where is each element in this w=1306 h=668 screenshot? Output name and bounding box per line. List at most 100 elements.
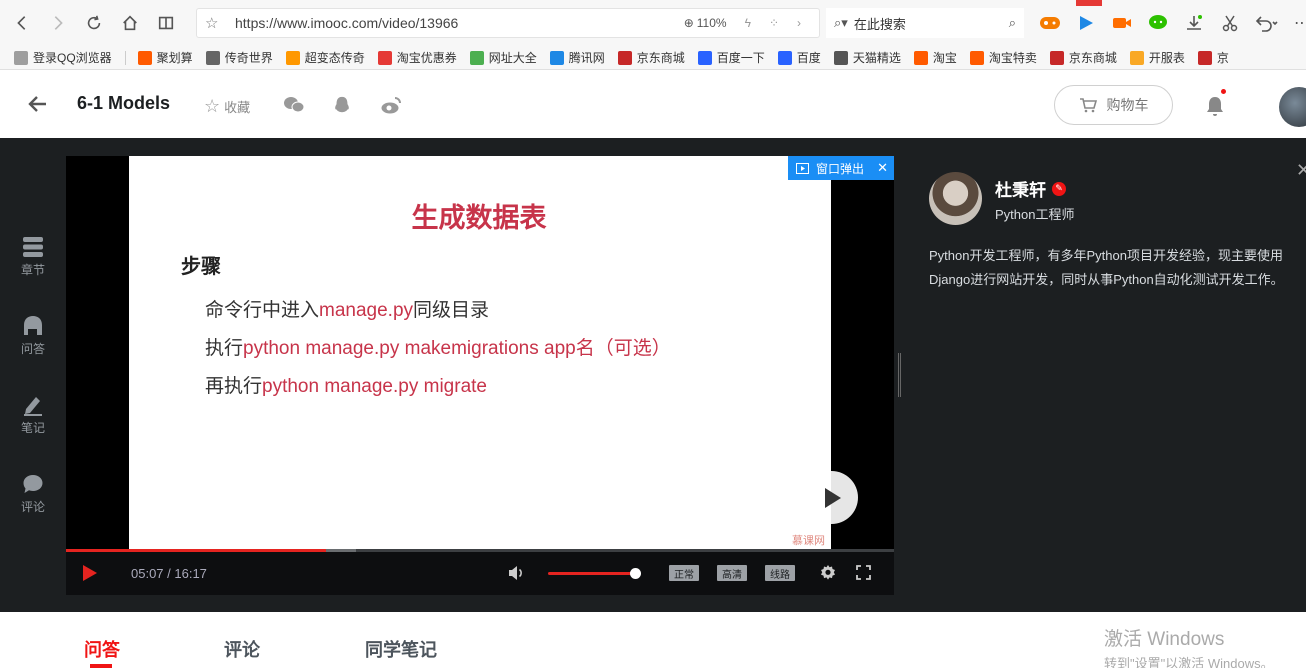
bookmark-item[interactable]: 京东商城 [617, 49, 685, 66]
bookmark-item[interactable]: 腾讯网 [549, 49, 605, 66]
back-arrow-icon[interactable] [26, 92, 50, 116]
search-icon[interactable]: ⌕ [1009, 15, 1016, 31]
bookmark-item[interactable]: 传奇世界 [205, 49, 273, 66]
bookmark-label: 开服表 [1148, 51, 1185, 65]
bookmark-favicon-icon [969, 50, 984, 65]
popout-button[interactable]: 窗口弹出 ✕ [788, 156, 894, 180]
reader-icon[interactable] [148, 0, 184, 46]
wechat-icon[interactable] [1144, 9, 1172, 37]
bookmark-label: 登录QQ浏览器 [33, 51, 112, 65]
bookmark-item[interactable]: 网址大全 [469, 49, 537, 66]
bookmark-item[interactable]: 淘宝优惠券 [377, 49, 457, 66]
bookmark-item[interactable]: 京东商城 [1049, 49, 1117, 66]
route-button[interactable]: 线路 [765, 565, 795, 581]
side-item-label: 问答 [20, 342, 45, 356]
big-play-button[interactable] [805, 471, 858, 524]
bookmark-item[interactable]: 淘宝特卖 [969, 49, 1037, 66]
more-icon[interactable]: ⋯ [1288, 9, 1306, 37]
play-button[interactable] [82, 564, 98, 582]
avatar[interactable] [1279, 87, 1306, 127]
close-icon[interactable]: ✕ [877, 160, 888, 176]
bookmark-item[interactable]: 超变态传奇 [285, 49, 365, 66]
qq-share-icon[interactable] [332, 95, 354, 115]
fullscreen-icon[interactable] [856, 565, 871, 580]
search-engine-icon[interactable]: ⌕▾ [834, 15, 848, 31]
browser-toolbar: ☆ https://www.imooc.com/video/13966 ⊕ 11… [0, 0, 1306, 46]
qa-icon [24, 316, 42, 335]
side-item-comment[interactable]: 评论 [0, 473, 66, 515]
side-item-chapter[interactable]: 章节 [0, 236, 66, 278]
apps-grid-icon[interactable]: ⁘ [769, 16, 779, 30]
teacher-avatar[interactable] [929, 172, 982, 225]
download-icon[interactable] [1180, 9, 1208, 37]
volume-knob[interactable] [630, 568, 642, 579]
camera-icon[interactable] [1108, 9, 1136, 37]
bookmark-item[interactable]: 百度一下 [697, 49, 765, 66]
video-play-icon[interactable] [1072, 9, 1100, 37]
close-panel-icon[interactable]: ✕ [1296, 160, 1306, 181]
lightning-icon[interactable]: ϟ [745, 16, 751, 30]
url-text[interactable]: https://www.imooc.com/video/13966 [235, 15, 684, 31]
bookmark-label: 网址大全 [488, 51, 537, 65]
bookmark-item[interactable]: 天猫精选 [833, 49, 901, 66]
teacher-name[interactable]: 杜秉轩 ✎ [995, 176, 1066, 201]
bell-icon[interactable] [1205, 95, 1225, 117]
home-icon[interactable] [112, 0, 148, 46]
note-icon [24, 397, 42, 416]
address-bar[interactable]: ☆ https://www.imooc.com/video/13966 ⊕ 11… [196, 8, 820, 38]
video-frame: 生成数据表 步骤 命令行中进入manage.py同级目录 执行python ma… [129, 156, 831, 551]
chevron-right-icon[interactable]: › [797, 16, 801, 30]
game-icon[interactable] [1036, 9, 1064, 37]
volume-slider[interactable] [548, 568, 642, 579]
scissors-icon[interactable] [1216, 9, 1244, 37]
tab-qa[interactable]: 问答 [84, 636, 120, 662]
bookmark-label: 淘宝 [932, 51, 957, 65]
bookmark-item[interactable]: 登录QQ浏览器 [14, 49, 112, 66]
extension-icons: ⋯ [1036, 0, 1306, 46]
bookmark-favicon-icon [913, 50, 928, 65]
teacher-description: Python开发工程师，有多年Python项目开发经验，现主要使用Django进… [929, 248, 1284, 287]
cart-button[interactable]: 购物车 [1054, 85, 1173, 125]
bookmark-item[interactable]: 淘宝 [913, 49, 957, 66]
video-player[interactable]: 生成数据表 步骤 命令行中进入manage.py同级目录 执行python ma… [66, 156, 894, 595]
reload-icon[interactable] [76, 0, 112, 46]
bookmark-star-icon[interactable]: ☆ [205, 14, 225, 32]
bookmark-item[interactable]: 京 [1197, 49, 1229, 66]
tab-notes[interactable]: 同学笔记 [365, 636, 437, 662]
slide-line-1: 命令行中进入manage.py同级目录 [205, 300, 490, 321]
bookmark-favicon-icon [697, 50, 712, 65]
zoom-level[interactable]: ⊕ 110% [684, 16, 727, 30]
volume-icon[interactable] [507, 564, 525, 582]
gear-icon[interactable] [819, 564, 837, 582]
undo-icon[interactable] [1252, 9, 1280, 37]
cart-icon [1079, 98, 1097, 113]
panel-resize-handle[interactable] [898, 353, 901, 397]
forward-icon[interactable] [40, 0, 76, 46]
side-item-note[interactable]: 笔记 [0, 394, 66, 436]
slide-heading: 步骤 [181, 256, 221, 278]
control-bar: 05:07 / 16:17 正常 高清 线路 [66, 552, 894, 595]
back-icon[interactable] [4, 0, 40, 46]
bookmark-label: 天猫精选 [852, 51, 901, 65]
side-item-qa[interactable]: 问答 [0, 315, 66, 357]
speed-button[interactable]: 正常 [669, 565, 699, 581]
cart-label: 购物车 [1106, 97, 1149, 113]
bookmark-favicon-icon [377, 50, 392, 65]
side-item-label: 评论 [20, 500, 45, 514]
quality-button[interactable]: 高清 [717, 565, 747, 581]
tab-comments[interactable]: 评论 [224, 636, 260, 662]
bookmark-label: 传奇世界 [224, 51, 273, 65]
play-icon [824, 487, 841, 508]
bookmark-favicon-icon [1129, 50, 1144, 65]
wechat-share-icon[interactable] [283, 95, 305, 115]
weibo-share-icon[interactable] [380, 95, 402, 115]
bookmark-item[interactable]: 百度 [777, 49, 821, 66]
bookmark-label: 京 [1216, 51, 1229, 65]
bookmark-favicon-icon [469, 50, 484, 65]
search-box[interactable]: ⌕▾ 在此搜索 ⌕ [826, 8, 1024, 38]
bookmark-favicon-icon [137, 50, 152, 65]
bookmark-favicon-icon [14, 50, 28, 65]
bookmark-item[interactable]: 聚划算 [137, 49, 193, 66]
collect-button[interactable]: ☆ 收藏 [204, 96, 250, 117]
bookmark-item[interactable]: 开服表 [1129, 49, 1185, 66]
